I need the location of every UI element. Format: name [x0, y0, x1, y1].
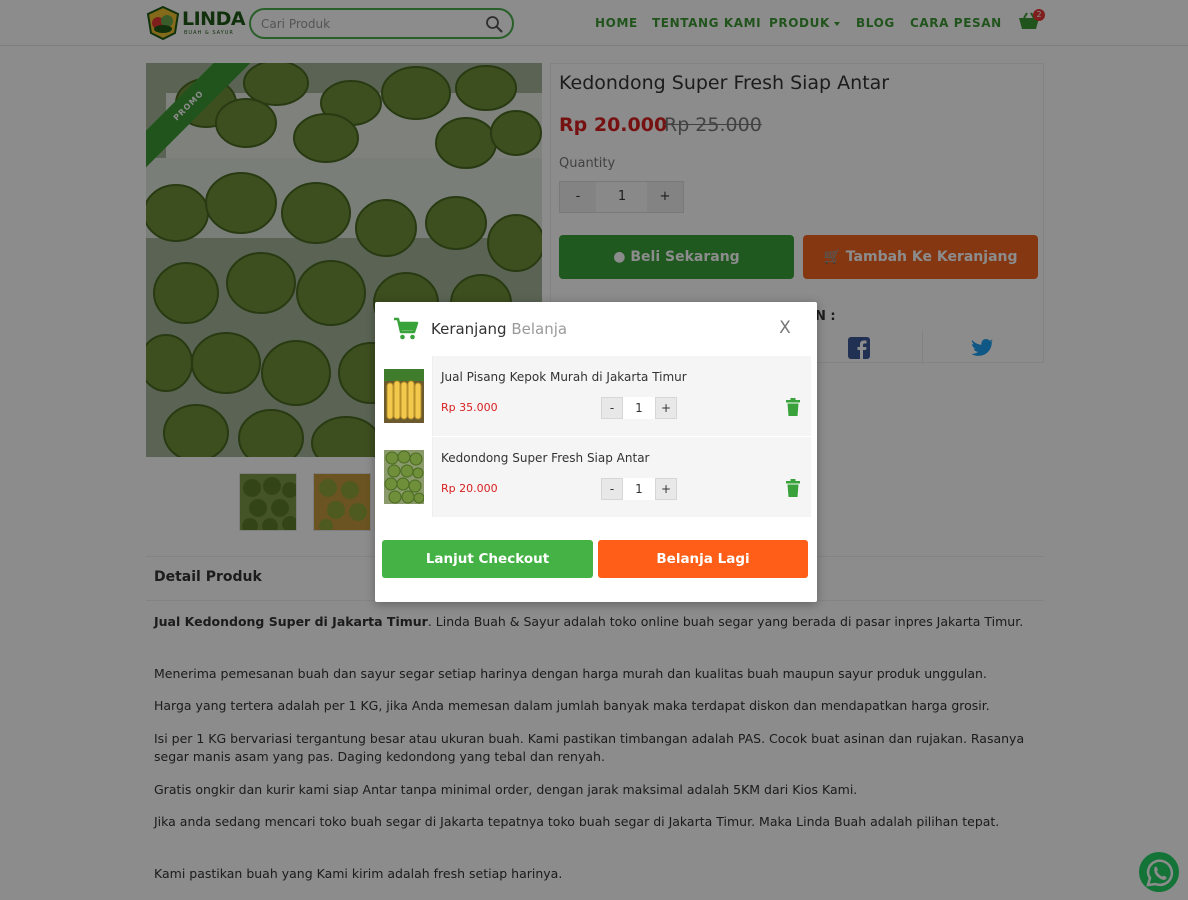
cart-item-plus-button[interactable]: +: [655, 397, 677, 419]
cart-item-image: [381, 437, 433, 517]
close-icon[interactable]: X: [775, 318, 795, 338]
cart-item-name: Jual Pisang Kepok Murah di Jakarta Timur: [441, 370, 687, 384]
cart-item-minus-button[interactable]: -: [601, 397, 623, 419]
cart-modal: Keranjang Belanja X Jual Pisang Kepok Mu…: [375, 302, 817, 602]
cart-item-price: Rp 35.000: [441, 401, 498, 414]
cart-title-light: Belanja: [511, 320, 568, 338]
kedondong-image: [384, 450, 424, 504]
continue-shopping-button[interactable]: Belanja Lagi: [598, 540, 808, 578]
banana-image: [384, 369, 424, 423]
cart-item: Kedondong Super Fresh Siap Antar Rp 20.0…: [381, 437, 811, 517]
cart-title-strong: Keranjang: [431, 320, 507, 338]
shopping-cart-icon: [394, 317, 419, 340]
cart-item: Jual Pisang Kepok Murah di Jakarta Timur…: [381, 356, 811, 436]
checkout-button[interactable]: Lanjut Checkout: [382, 540, 593, 578]
cart-item-name: Kedondong Super Fresh Siap Antar: [441, 451, 650, 465]
cart-item-quantity-stepper: - 1 +: [601, 478, 677, 500]
cart-item-quantity-stepper: - 1 +: [601, 397, 677, 419]
cart-item-quantity[interactable]: 1: [623, 397, 655, 419]
cart-item-image: [381, 356, 433, 436]
cart-modal-title: Keranjang Belanja: [431, 320, 567, 338]
trash-icon[interactable]: [786, 479, 800, 497]
cart-item-minus-button[interactable]: -: [601, 478, 623, 500]
cart-item-plus-button[interactable]: +: [655, 478, 677, 500]
trash-icon[interactable]: [786, 398, 800, 416]
cart-item-quantity[interactable]: 1: [623, 478, 655, 500]
cart-item-price: Rp 20.000: [441, 482, 498, 495]
